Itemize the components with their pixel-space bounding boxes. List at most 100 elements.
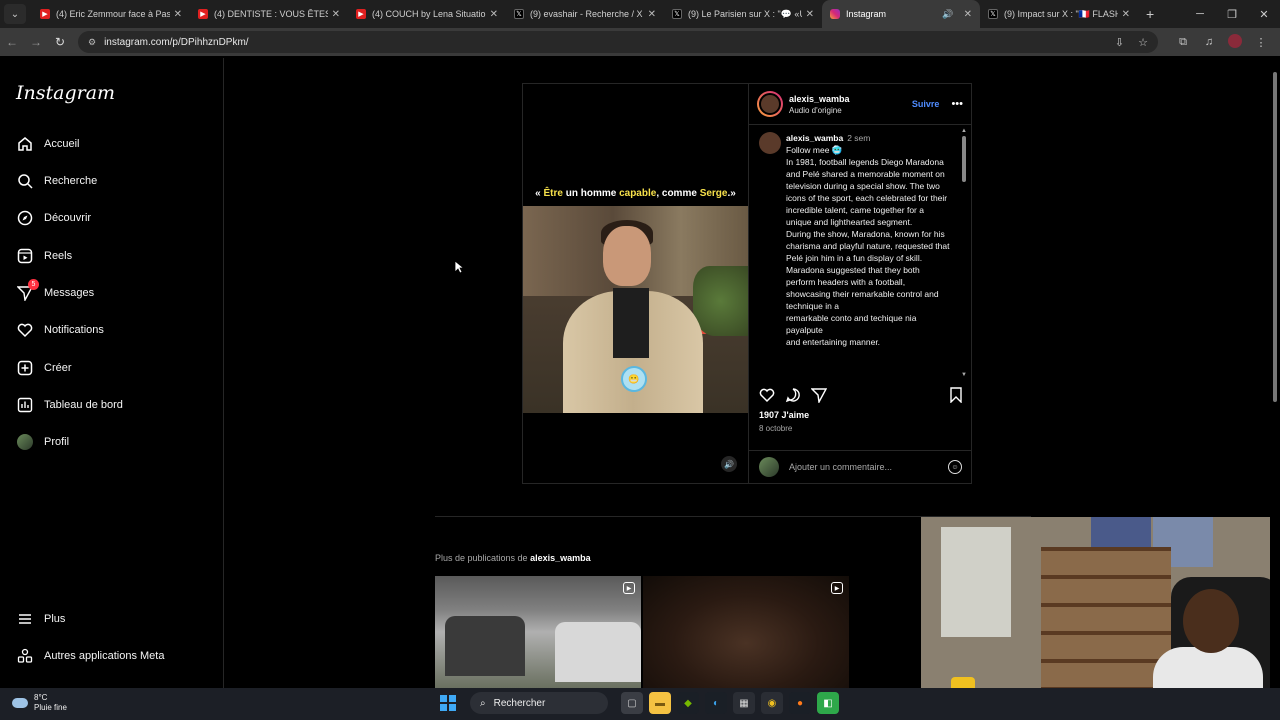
- tab-title: Instagram: [846, 9, 887, 19]
- more-post-thumbnail[interactable]: ▶: [435, 576, 641, 688]
- sidebar-item-meta-apps[interactable]: Autres applications Meta: [16, 644, 164, 668]
- firefox-icon[interactable]: ●: [789, 692, 811, 714]
- tab-list: ▶ (4) Eric Zemmour face à Pascal ✕ ▶ (4)…: [32, 0, 1154, 28]
- sidebar-item-notifications[interactable]: Notifications: [16, 318, 104, 342]
- browser-tab[interactable]: 𝕏 (9) evashair - Recherche / X ✕: [506, 0, 664, 28]
- browser-tab[interactable]: ▶ (4) DENTISTE : VOUS ÊTES SALE ✕: [190, 0, 348, 28]
- audio-toggle-icon[interactable]: 🔊: [721, 456, 737, 472]
- caption-line: During the show, Maradona, known for his…: [786, 229, 950, 263]
- edge-icon[interactable]: ◐: [705, 692, 727, 714]
- post-actions: [759, 386, 964, 406]
- sidebar-item-tableau-de-bord[interactable]: Tableau de bord: [16, 393, 123, 417]
- like-heart-icon[interactable]: [759, 387, 785, 406]
- home-icon: [16, 135, 34, 153]
- youtube-favicon-icon: ▶: [40, 9, 50, 19]
- bookmark-star-icon[interactable]: ☆: [1138, 36, 1148, 49]
- tab-close-icon[interactable]: ✕: [806, 9, 814, 20]
- more-options-icon[interactable]: •••: [951, 98, 963, 110]
- restore-icon[interactable]: ❐: [1216, 8, 1248, 21]
- sidebar-item-reels[interactable]: Reels: [16, 244, 72, 268]
- caption-line: Maradona suggested that they both perfor…: [786, 265, 939, 311]
- window-controls: ─ ❐ ✕: [1184, 0, 1280, 28]
- browser-tab[interactable]: ▶ (4) Eric Zemmour face à Pascal ✕: [32, 0, 190, 28]
- post-details-panel: alexis_wamba Audio d'origine Suivre ••• …: [748, 84, 972, 483]
- more-post-thumbnail[interactable]: ▶: [643, 576, 849, 688]
- tab-close-icon[interactable]: ✕: [490, 9, 498, 20]
- back-icon[interactable]: ←: [0, 35, 24, 49]
- messenger-icon: 5: [16, 279, 39, 302]
- minimize-icon[interactable]: ─: [1184, 8, 1216, 20]
- tab-close-icon[interactable]: ✕: [964, 9, 972, 20]
- media-control-icon[interactable]: ♫: [1196, 36, 1222, 48]
- caption-line: In 1981, football legends Diego Maradona…: [786, 157, 948, 227]
- comment-input[interactable]: Ajouter un commentaire...: [789, 462, 948, 472]
- caption-author[interactable]: alexis_wamba: [786, 133, 843, 143]
- browser-tab[interactable]: 𝕏 (9) Le Parisien sur X : "💬 «Un ✕: [664, 0, 822, 28]
- weather-widget[interactable]: 8°C Pluie fine: [12, 693, 67, 713]
- browser-toolbar: ← → ↻ ⚙ instagram.com/p/DPihhznDPkm/ ⇩ ☆…: [0, 28, 1280, 56]
- profile-avatar: [16, 433, 34, 451]
- more-posts-author[interactable]: alexis_wamba: [530, 553, 591, 563]
- instagram-favicon-icon: [830, 9, 840, 19]
- browser-tab-active[interactable]: Instagram 🔊 ✕: [822, 0, 980, 28]
- audio-label[interactable]: Audio d'origine: [789, 106, 912, 115]
- sidebar-item-label: Reels: [44, 250, 73, 262]
- sidebar-item-recherche[interactable]: Recherche: [16, 169, 97, 193]
- instagram-logo[interactable]: Instagram: [16, 82, 115, 104]
- nvidia-icon[interactable]: ◆: [677, 692, 699, 714]
- author-username[interactable]: alexis_wamba: [789, 94, 912, 104]
- profile-avatar-icon[interactable]: [1222, 33, 1248, 51]
- forward-icon[interactable]: →: [24, 35, 48, 49]
- share-icon[interactable]: [810, 387, 837, 406]
- sidebar-item-messages[interactable]: 5 Messages: [16, 279, 94, 305]
- chrome-icon[interactable]: ◉: [761, 692, 783, 714]
- install-app-icon[interactable]: ⇩: [1115, 36, 1124, 49]
- bookmark-icon[interactable]: [950, 386, 964, 406]
- page-scrollbar[interactable]: [1270, 58, 1280, 688]
- chrome-menu-icon[interactable]: ⋮: [1248, 36, 1274, 49]
- tab-close-icon[interactable]: ✕: [332, 9, 340, 20]
- browser-tab[interactable]: 𝕏 (9) Impact sur X : "🇫🇷 FLASH TO ✕: [980, 0, 1138, 28]
- close-window-icon[interactable]: ✕: [1248, 8, 1280, 21]
- post-header: alexis_wamba Audio d'origine Suivre •••: [749, 84, 971, 125]
- tab-close-icon[interactable]: ✕: [648, 9, 656, 20]
- windows-start-icon[interactable]: [440, 695, 456, 711]
- comments-area[interactable]: alexis_wamba 2 sem Follow mee 🥶 In 1981, …: [749, 126, 972, 378]
- task-view-icon[interactable]: ▢: [621, 692, 643, 714]
- meta-apps-icon: [16, 647, 34, 665]
- address-bar[interactable]: ⚙ instagram.com/p/DPihhznDPkm/ ⇩ ☆: [78, 31, 1158, 53]
- taskbar-search[interactable]: ⌕ Rechercher: [470, 692, 608, 714]
- sidebar-item-label: Recherche: [44, 175, 98, 187]
- file-explorer-icon[interactable]: ▬: [649, 692, 671, 714]
- likes-count[interactable]: 1907 J'aime: [759, 410, 809, 420]
- comments-scrollbar[interactable]: ▲ ▼: [961, 128, 967, 378]
- extensions-icon[interactable]: ⧉: [1170, 36, 1196, 49]
- tab-close-icon[interactable]: ✕: [1122, 9, 1130, 20]
- video-frame: 😬: [523, 206, 748, 413]
- comment-author-avatar[interactable]: [759, 132, 781, 154]
- sidebar-item-label: Découvrir: [44, 212, 92, 224]
- tab-close-icon[interactable]: ✕: [174, 9, 182, 20]
- sidebar-item-plus[interactable]: Plus: [16, 607, 65, 631]
- follow-button[interactable]: Suivre: [912, 99, 940, 109]
- author-avatar[interactable]: [757, 91, 783, 117]
- emoji-picker-icon[interactable]: ☺: [948, 460, 962, 474]
- comment-icon[interactable]: [785, 387, 811, 406]
- sidebar-item-accueil[interactable]: Accueil: [16, 132, 79, 156]
- more-posts-heading: Plus de publications de alexis_wamba: [435, 553, 591, 563]
- speaker-icon[interactable]: 🔊: [942, 9, 953, 20]
- sidebar-item-profil[interactable]: Profil: [16, 430, 69, 454]
- tab-title: (9) Impact sur X : "🇫🇷 FLASH TO: [1004, 8, 1118, 19]
- tab-search-dropdown[interactable]: ⌄: [4, 4, 26, 24]
- tab-title: (9) Le Parisien sur X : "💬 «Un: [688, 8, 802, 19]
- sidebar-item-decouvrir[interactable]: Découvrir: [16, 206, 91, 230]
- browser-tab[interactable]: ▶ (4) COUCH by Lena Situations ✕: [348, 0, 506, 28]
- store-icon[interactable]: ▦: [733, 692, 755, 714]
- obs-app-icon[interactable]: ◧: [817, 692, 839, 714]
- new-tab-icon[interactable]: +: [1146, 6, 1154, 22]
- post-date: 8 octobre: [759, 424, 793, 433]
- sidebar-item-creer[interactable]: Créer: [16, 356, 72, 380]
- site-info-icon[interactable]: ⚙: [88, 37, 96, 48]
- reload-icon[interactable]: ↻: [48, 35, 72, 49]
- post-video[interactable]: « Être un homme capable, comme Serge.» 😬…: [523, 84, 748, 483]
